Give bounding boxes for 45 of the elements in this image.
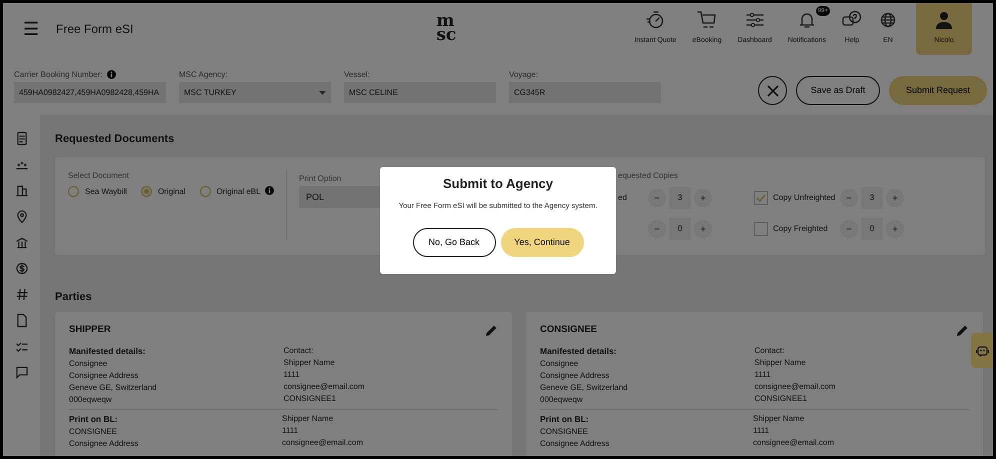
detail-text: Shipper Name [284,357,336,370]
checkbox-label: Copy Unfreighted [773,192,836,204]
logo: m sc [436,15,456,43]
detail-heading: Manifested details: [69,346,146,356]
card-title: CONSIGNEE [540,323,598,337]
detail-text: CONSIGNEE1 [284,393,337,406]
card-title: SHIPPER [69,323,111,337]
detail-text: Consignee [69,358,108,370]
dialog-title: Submit to Agency [442,176,554,192]
detail-text: 1111 [282,425,300,438]
detail-text: consignee@email.com [753,437,836,450]
detail-heading: Contact: [754,345,786,358]
detail-text: consignee@email.com [284,381,366,394]
field-label: MSC Agency: [179,68,228,80]
detail-heading: Print on BL: [69,414,118,424]
detail-text: 000eqweqw [540,394,584,406]
detail-text: Geneve GE, Switzerland [69,382,158,394]
checkbox-label: Copy Freighted [773,223,828,235]
detail-text: 1111 [284,369,301,382]
field-label: Select Document [68,170,130,182]
detail-text: CONSIGNEE1 [754,393,808,406]
detail-text: consignee@email.com [754,381,837,394]
detail-heading: Contact: [284,345,314,358]
detail-text: 1111 [754,369,772,382]
page-title: Free Form eSI [56,21,134,38]
detail-heading: Print on BL: [540,414,589,424]
field-label: Voyage: [509,68,538,80]
field-label: equested Copies [618,170,680,182]
detail-text: Consignee Address [540,370,610,382]
checkbox-label: ed [618,193,627,202]
detail-text: Geneve GE, Switzerland [540,382,629,394]
detail-text: consignee@email.com [282,437,364,450]
detail-text: Shipper Name [754,357,807,370]
section-title: Parties [55,290,93,304]
detail-heading: Manifested details: [540,346,617,356]
field-label: Print Option [299,172,342,184]
detail-text: Shipper Name [282,413,334,426]
detail-text: 1111 [753,425,770,438]
detail-text: Shipper Name [753,413,806,426]
detail-text: Consignee [540,358,580,370]
detail-text: Consignee Address [69,370,140,382]
field-label: Vessel: [344,68,370,80]
field-label: Carrier Booking Number: [14,68,102,80]
section-title: Requested Documents [55,132,176,147]
detail-text: 000eqweqw [69,394,113,406]
